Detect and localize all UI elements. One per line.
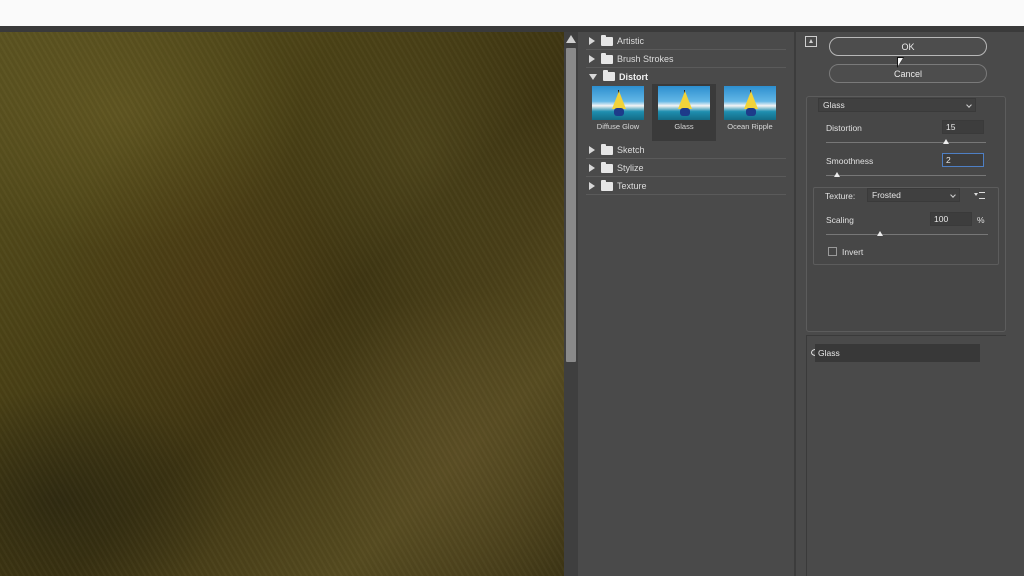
filter-thumb-ocean-ripple[interactable]: Ocean Ripple [718,84,782,141]
chevron-down-icon [950,192,956,198]
thumbnail-caption: Ocean Ripple [727,122,773,131]
invert-label: Invert [842,247,864,257]
thumbnail-image [658,86,710,120]
filter-select-value: Glass [823,100,845,110]
texture-select[interactable]: Frosted [867,188,960,202]
chevron-right-icon [589,146,595,154]
filter-gallery: Artistic Brush Strokes Distort Diffuse G… [580,32,794,576]
mouse-cursor-icon [897,57,904,68]
scaling-slider-track[interactable] [826,234,988,235]
category-stylize[interactable]: Stylize [586,160,786,177]
thumbnail-caption: Diffuse Glow [596,122,640,131]
filter-thumb-diffuse-glow[interactable]: Diffuse Glow [586,84,650,141]
scaling-label: Scaling [826,215,854,225]
chevron-right-icon [589,182,595,190]
texture-select-value: Frosted [872,190,901,200]
category-label: Distort [619,71,648,82]
scrollbar-thumb[interactable] [566,48,576,362]
smoothness-slider-knob[interactable] [834,172,841,177]
chevron-right-icon [589,164,595,172]
category-label: Artistic [617,36,644,46]
category-label: Stylize [617,163,644,173]
texture-label: Texture: [825,191,856,201]
folder-icon [601,52,613,64]
folder-icon [601,179,613,191]
filter-thumb-glass[interactable]: Glass [652,84,716,141]
category-brush-strokes[interactable]: Brush Strokes [586,51,786,68]
category-distort[interactable]: Distort [586,68,786,85]
distortion-input[interactable]: 15 [942,120,984,134]
thumbnail-caption: Glass [674,122,694,131]
distortion-slider-track[interactable] [826,142,986,143]
scaling-slider-knob[interactable] [877,231,883,236]
chevron-down-icon [589,73,597,80]
category-label: Sketch [617,145,645,155]
effect-layers-panel [806,335,1006,576]
cancel-button[interactable]: Cancel [829,64,987,83]
glass-texture-overlay [0,32,564,576]
scroll-up-icon[interactable] [566,35,576,43]
folder-icon [603,70,615,81]
smoothness-label: Smoothness [826,156,874,166]
chevron-right-icon [589,37,595,45]
folder-icon [601,161,613,173]
invert-checkbox[interactable] [828,247,837,256]
folder-icon [601,143,613,155]
settings-panel: OK Cancel Glass Distortion 15 Smoothness… [796,32,1024,576]
distortion-label: Distortion [826,123,862,133]
window-title-bar [0,0,1024,26]
category-texture[interactable]: Texture [586,178,786,195]
ok-button[interactable]: OK [829,37,987,56]
chevron-down-icon [966,102,972,108]
category-label: Brush Strokes [617,54,674,64]
distortion-slider-knob[interactable] [943,139,949,144]
effect-layer-glass[interactable]: Glass [815,344,980,362]
scaling-unit: % [977,215,985,225]
thumbnail-image [724,86,776,120]
scaling-input[interactable]: 100 [930,212,972,226]
folder-icon [601,34,613,46]
thumbnail-image [592,86,644,120]
category-sketch[interactable]: Sketch [586,142,786,159]
smoothness-slider-track[interactable] [826,175,986,176]
chevron-right-icon [589,55,595,63]
category-artistic[interactable]: Artistic [586,33,786,50]
smoothness-input[interactable]: 2 [942,153,984,167]
collapse-gallery-icon[interactable] [805,36,817,47]
category-label: Texture [617,181,647,191]
preview-canvas[interactable] [0,32,564,576]
filter-select[interactable]: Glass [818,98,976,112]
texture-menu-icon[interactable] [974,191,986,199]
preview-scrollbar[interactable] [564,32,578,576]
